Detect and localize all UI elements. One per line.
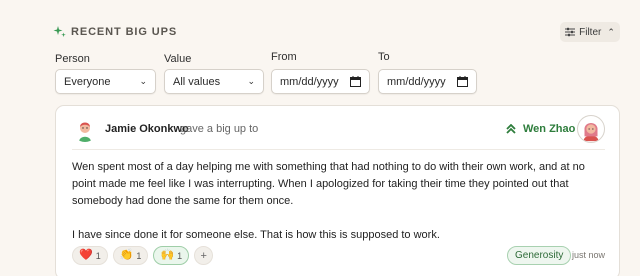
message-paragraph: Wen spent most of a day helping me with … bbox=[72, 161, 585, 207]
receiver-name[interactable]: Wen Zhao bbox=[523, 123, 575, 135]
raised-hands-icon: 🙌 bbox=[160, 249, 175, 261]
from-filter-label: From bbox=[271, 51, 297, 63]
calendar-icon[interactable] bbox=[457, 76, 468, 87]
double-chevron-up-icon bbox=[506, 124, 516, 134]
message-paragraph: I have since done it for someone else. T… bbox=[72, 229, 440, 241]
receiver[interactable]: Wen Zhao bbox=[506, 123, 575, 135]
calendar-icon[interactable] bbox=[350, 76, 361, 87]
add-reaction-button[interactable]: + bbox=[194, 246, 214, 265]
value-badge[interactable]: Generosity bbox=[507, 246, 572, 265]
from-date-input[interactable]: mm/dd/yyyy bbox=[271, 69, 370, 94]
reactions: ❤️ 1 👏 1 🙌 1 + bbox=[72, 246, 214, 265]
avatar[interactable] bbox=[577, 115, 605, 143]
reaction-clap[interactable]: 👏 1 bbox=[112, 246, 149, 265]
section-header: RECENT BIG UPS Filter ⌃ bbox=[0, 0, 640, 58]
chevron-down-icon: ⌄ bbox=[247, 76, 255, 86]
giver-name[interactable]: Jamie Okonkwo bbox=[105, 123, 189, 135]
chevron-up-icon: ⌃ bbox=[607, 26, 615, 37]
value-select[interactable]: All values ⌄ bbox=[164, 69, 264, 94]
big-up-card: Jamie Okonkwo gave a big up to Wen Zhao … bbox=[55, 105, 620, 276]
sparkle-icon bbox=[53, 26, 66, 38]
reaction-count: 1 bbox=[136, 250, 142, 261]
filter-button[interactable]: Filter ⌃ bbox=[560, 22, 620, 42]
divider bbox=[72, 149, 605, 150]
chevron-down-icon: ⌄ bbox=[139, 76, 147, 86]
value-select-value: All values bbox=[173, 75, 221, 88]
to-date-value: mm/dd/yyyy bbox=[387, 75, 446, 88]
avatar[interactable] bbox=[72, 116, 98, 142]
to-filter-label: To bbox=[378, 51, 390, 63]
reaction-raised-hands[interactable]: 🙌 1 bbox=[153, 246, 190, 265]
reaction-heart[interactable]: ❤️ 1 bbox=[72, 246, 108, 265]
value-filter-label: Value bbox=[164, 53, 192, 65]
sliders-icon bbox=[565, 27, 576, 37]
page-title: RECENT BIG UPS bbox=[71, 26, 178, 38]
person-filter-label: Person bbox=[55, 53, 90, 65]
filter-label: Filter bbox=[579, 26, 602, 38]
timestamp: just now bbox=[572, 250, 606, 260]
clap-icon: 👏 bbox=[119, 249, 134, 261]
person-select[interactable]: Everyone ⌄ bbox=[55, 69, 156, 94]
heart-icon: ❤️ bbox=[79, 249, 93, 261]
to-date-input[interactable]: mm/dd/yyyy bbox=[378, 69, 477, 94]
action-text: gave a big up to bbox=[180, 123, 259, 135]
reaction-count: 1 bbox=[95, 250, 101, 261]
from-date-value: mm/dd/yyyy bbox=[280, 75, 339, 88]
message-body: Wen spent most of a day helping me with … bbox=[72, 159, 607, 244]
reaction-count: 1 bbox=[177, 250, 183, 261]
person-select-value: Everyone bbox=[64, 75, 111, 88]
